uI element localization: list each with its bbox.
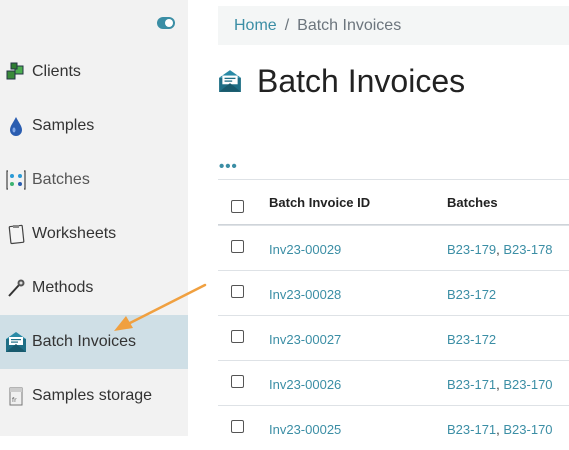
- sidebar-toggle[interactable]: [157, 17, 175, 29]
- row-checkbox[interactable]: [231, 375, 244, 388]
- worksheets-icon: [5, 223, 27, 245]
- batch-invoices-table: Batch Invoice ID Batches Inv23-00029 B23…: [218, 179, 569, 450]
- row-checkbox[interactable]: [231, 420, 244, 433]
- batch-link[interactable]: B23-170: [503, 422, 552, 437]
- batch-link[interactable]: B23-170: [503, 377, 552, 392]
- batch-link[interactable]: B23-172: [447, 332, 496, 347]
- sidebar: Clients Samples Batches Worksheets Metho…: [0, 0, 188, 436]
- methods-icon: [5, 277, 27, 299]
- more-options-button[interactable]: •••: [219, 158, 238, 175]
- sidebar-item-samples-storage[interactable]: fr Samples storage: [0, 369, 188, 423]
- batches-cell: B23-172: [447, 332, 496, 347]
- batches-cell: B23-171, B23-170: [447, 422, 553, 437]
- column-header-batch-invoice-id[interactable]: Batch Invoice ID: [269, 195, 370, 210]
- sidebar-item-label: Methods: [32, 279, 94, 296]
- invoice-id-link[interactable]: Inv23-00028: [269, 287, 341, 302]
- row-checkbox[interactable]: [231, 240, 244, 253]
- svg-text:fr: fr: [12, 397, 17, 404]
- page-header: Batch Invoices: [218, 60, 465, 102]
- sidebar-item-batch-invoices[interactable]: Batch Invoices: [0, 315, 188, 369]
- batch-link[interactable]: B23-171: [447, 377, 496, 392]
- sidebar-item-label: Samples: [32, 117, 95, 134]
- table-row: Inv23-00029 B23-179, B23-178: [218, 225, 569, 270]
- invoice-id-link[interactable]: Inv23-00029: [269, 242, 341, 257]
- sidebar-item-methods[interactable]: Methods: [0, 261, 188, 315]
- batch-link[interactable]: B23-178: [503, 242, 552, 257]
- table-row: Inv23-00026 B23-171, B23-170: [218, 360, 569, 405]
- breadcrumb-current: Batch Invoices: [297, 16, 402, 34]
- batch-invoice-icon: [218, 69, 242, 93]
- sidebar-item-label: Batches: [32, 171, 90, 188]
- sidebar-item-worksheets[interactable]: Worksheets: [0, 207, 188, 261]
- invoice-id-link[interactable]: Inv23-00025: [269, 422, 341, 437]
- sidebar-item-clients[interactable]: Clients: [0, 45, 188, 99]
- row-checkbox[interactable]: [231, 285, 244, 298]
- breadcrumb-separator: /: [284, 16, 290, 34]
- batch-link[interactable]: B23-171: [447, 422, 496, 437]
- sidebar-item-samples[interactable]: Samples: [0, 99, 188, 153]
- batches-icon: [5, 169, 27, 191]
- breadcrumb-home-link[interactable]: Home: [234, 17, 277, 35]
- column-header-batches[interactable]: Batches: [447, 195, 498, 210]
- samples-storage-icon: fr: [5, 385, 27, 407]
- samples-icon: [5, 115, 27, 137]
- table-row: Inv23-00027 B23-172: [218, 315, 569, 360]
- batches-cell: B23-171, B23-170: [447, 377, 553, 392]
- batch-link[interactable]: B23-172: [447, 287, 496, 302]
- toggle-knob: [165, 19, 173, 27]
- batch-invoice-icon: [5, 331, 27, 353]
- sidebar-item-batches[interactable]: Batches: [0, 153, 188, 207]
- sidebar-item-label: Clients: [32, 63, 81, 80]
- batches-cell: B23-172: [447, 287, 496, 302]
- sidebar-item-label: Worksheets: [32, 225, 117, 242]
- clients-icon: [5, 61, 27, 83]
- batches-cell: B23-179, B23-178: [447, 242, 553, 257]
- table-header-row: Batch Invoice ID Batches: [218, 179, 569, 225]
- sidebar-item-label: Batch Invoices: [32, 333, 137, 350]
- batch-link[interactable]: B23-179: [447, 242, 496, 257]
- sidebar-item-label: Samples storage: [32, 387, 153, 404]
- row-checkbox[interactable]: [231, 330, 244, 343]
- invoice-id-link[interactable]: Inv23-00026: [269, 377, 341, 392]
- page-title: Batch Invoices: [257, 62, 466, 99]
- table-row: Inv23-00028 B23-172: [218, 270, 569, 315]
- table-row: Inv23-00025 B23-171, B23-170: [218, 405, 569, 450]
- invoice-id-link[interactable]: Inv23-00027: [269, 332, 341, 347]
- breadcrumb: Home / Batch Invoices: [218, 6, 569, 45]
- select-all-checkbox[interactable]: [231, 200, 244, 213]
